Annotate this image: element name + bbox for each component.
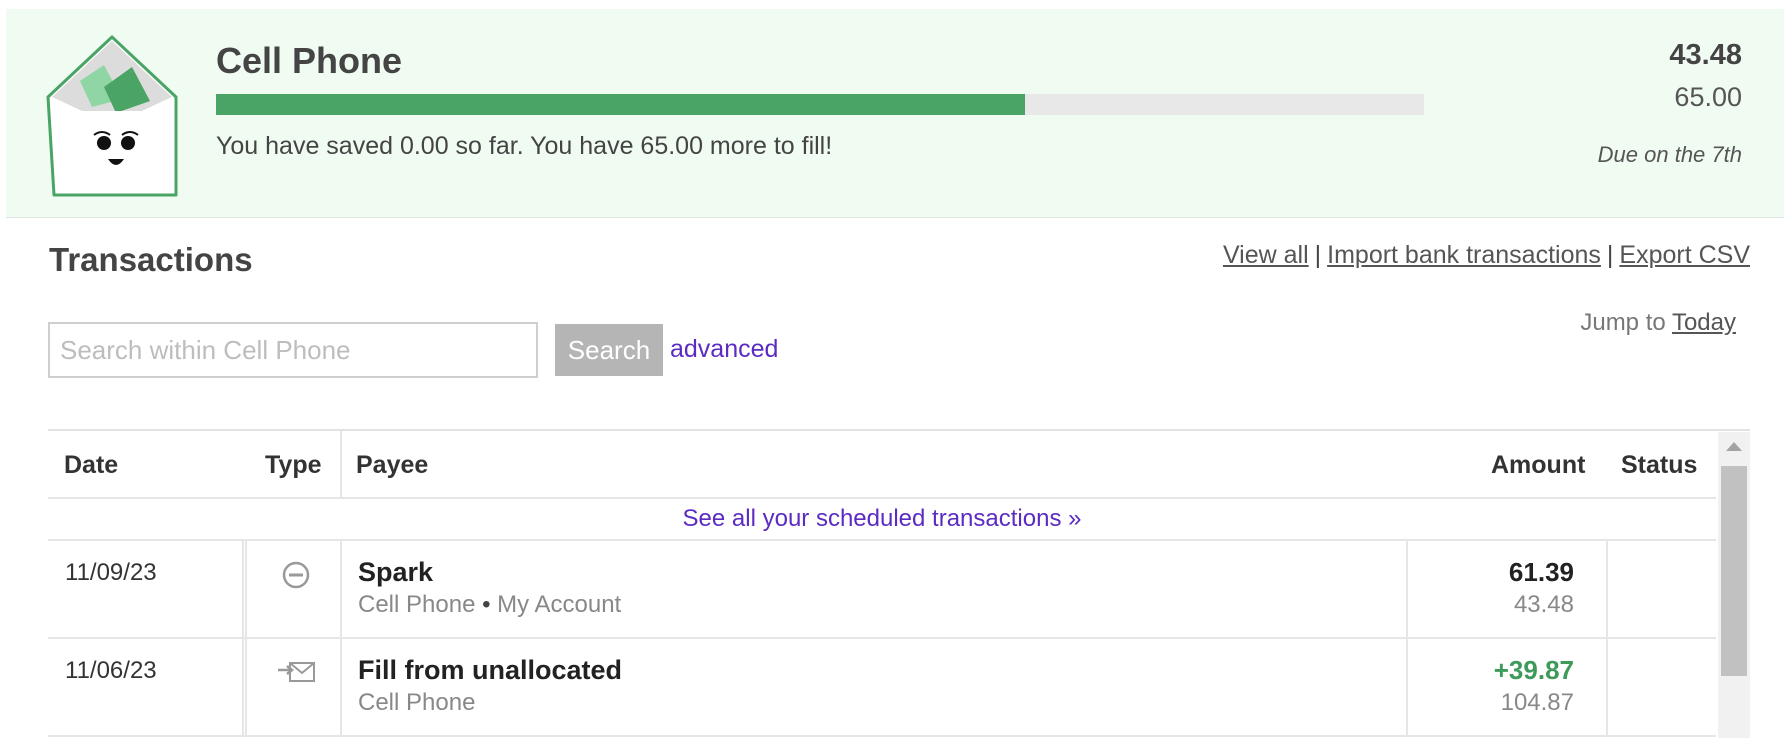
transaction-envelope: Cell Phone [358,591,476,618]
scheduled-transactions-row: See all your scheduled transactions » [48,499,1716,541]
link-separator: | [1606,241,1614,269]
table-scrollbar[interactable] [1718,432,1750,738]
column-divider [1606,639,1608,737]
jump-to: Jump to Today [1580,309,1736,337]
column-header-payee[interactable]: Payee [356,451,428,480]
column-divider [340,541,342,639]
table-row[interactable]: 11/06/23 Fill from unallocated Cell Phon… [48,639,1716,737]
column-divider [242,639,247,737]
column-header-type[interactable]: Type [265,451,322,480]
transaction-account: My Account [497,591,622,618]
column-divider [1606,541,1608,639]
transaction-amount: +39.87 [1493,655,1574,685]
transactions-heading: Transactions [49,241,253,278]
transaction-envelope: Cell Phone [358,689,476,716]
fill-progress-value [216,94,1026,115]
scroll-up-arrow-icon[interactable] [1718,432,1750,462]
due-date-label: Due on the 7th [1597,142,1742,167]
envelope-budget: 65.00 [1674,82,1742,112]
envelope-header: Cell Phone You have saved 0.00 so far. Y… [6,9,1784,218]
transaction-envelope-account: Cell Phone [358,689,475,717]
fill-progress-bar [216,94,1424,115]
transaction-payee: Spark [358,557,434,587]
jump-today-link[interactable]: Today [1672,309,1736,336]
transactions-table: Date Type Payee Amount Status See all yo… [48,429,1750,738]
export-csv-link[interactable]: Export CSV [1619,241,1750,269]
scrollbar-thumb[interactable] [1721,466,1747,676]
column-header-status[interactable]: Status [1621,451,1697,480]
search-input[interactable] [48,322,538,378]
table-header: Date Type Payee Amount Status [48,431,1716,499]
link-separator: | [1314,241,1322,269]
minus-circle-icon [282,561,310,589]
view-all-link[interactable]: View all [1223,241,1309,269]
column-divider [340,639,342,737]
transaction-envelope-account: Cell Phone • My Account [358,591,621,619]
transaction-payee: Fill from unallocated [358,655,623,685]
envelope-title: Cell Phone [216,40,403,81]
transactions-actions: View all | Import bank transactions | Export… [1223,241,1750,270]
advanced-search-link[interactable]: advanced [670,335,778,364]
envelope-page: Cell Phone You have saved 0.00 so far. Y… [0,0,1784,738]
column-divider [242,541,247,639]
running-balance: 43.48 [1513,591,1574,618]
transaction-amount: 61.39 [1508,557,1574,587]
column-divider [1406,639,1408,737]
search-button[interactable]: Search [555,324,663,376]
import-bank-transactions-link[interactable]: Import bank transactions [1327,241,1601,269]
transaction-date: 11/09/23 [65,559,157,586]
transaction-date: 11/06/23 [65,657,157,684]
envelope-balance: 43.48 [1669,39,1742,71]
jump-to-label: Jump to [1580,309,1666,336]
column-header-amount[interactable]: Amount [1491,451,1585,480]
scheduled-transactions-link[interactable]: See all your scheduled transactions » [683,505,1082,532]
running-balance: 104.87 [1500,689,1574,716]
fill-status-message: You have saved 0.00 so far. You have 65.… [216,132,833,160]
bullet-separator: • [482,591,491,618]
column-header-date[interactable]: Date [64,451,118,480]
table-row[interactable]: 11/09/23 Spark Cell Phone • My Account 6… [48,541,1716,639]
column-divider [340,431,342,499]
column-divider [1406,541,1408,639]
smiling-envelope-icon [46,35,178,197]
envelope-fill-icon [278,662,315,682]
